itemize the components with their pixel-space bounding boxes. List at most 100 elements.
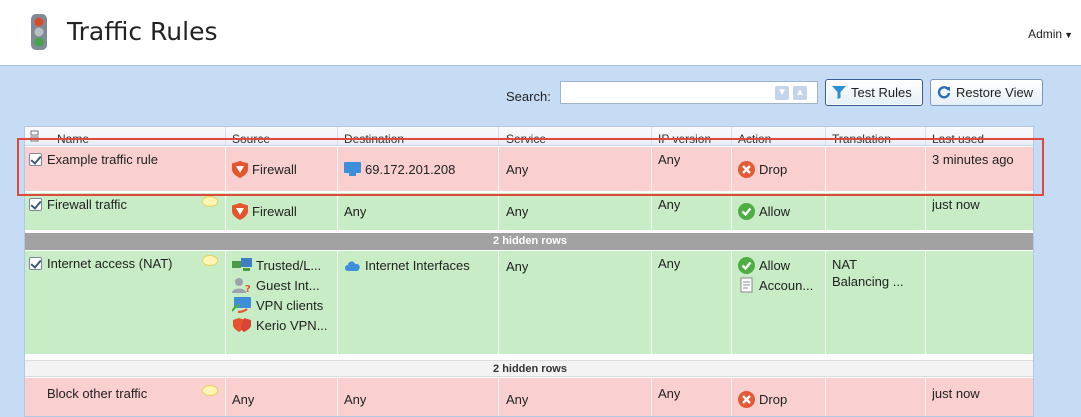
check-circle-icon [738,202,755,220]
rule-last-used: 3 minutes ago [932,152,1014,167]
rule-destination: 69.172.201.208 [344,159,455,179]
column-header-translation[interactable]: Translation [832,132,891,146]
shield-icon [232,160,248,178]
action-label: Drop [759,391,788,407]
user-menu-label: Admin [1028,27,1063,41]
rule-service: Any [506,392,529,407]
network-icon [232,258,252,271]
rule-translation: NAT Balancing ... [832,256,904,290]
column-header-service[interactable]: Service [506,132,546,146]
shield-icon [232,202,248,220]
rule-actions: Allow Accoun... [738,255,813,295]
test-rules-button[interactable]: Test Rules [825,79,923,106]
source-item: Kerio VPN... [232,315,336,335]
column-header-source[interactable]: Source [232,132,270,146]
rule-last-used: just now [932,386,980,401]
traffic-light-icon [31,14,47,50]
guest-user-icon: ? [232,278,251,293]
restore-view-button[interactable]: Restore View [930,79,1043,106]
restore-view-label: Restore View [956,85,1034,100]
rule-sources: Trusted/L... ? Guest Int... VPN clients … [232,255,336,335]
rule-action: Drop [738,389,787,409]
source-item: ? Guest Int... [232,275,336,295]
column-header-ip-version[interactable]: IP version [658,132,711,146]
column-header-name[interactable]: Name [57,132,89,146]
vpn-tunnel-icon [233,318,251,332]
rule-action: Allow [738,201,790,221]
document-icon [740,277,753,293]
app-header: Traffic Rules Admin ▼ [0,0,1081,66]
action-label: Drop [759,161,788,177]
svg-text:?: ? [245,284,251,293]
rule-destination: Any [344,204,367,219]
hidden-rows-indicator[interactable]: 2 hidden rows [25,360,1033,377]
source-item: Trusted/L... [232,255,336,275]
action-item: Accoun... [738,275,813,295]
hidden-rows-indicator[interactable]: 2 hidden rows [25,233,1033,250]
search-next-icon[interactable]: ▼ [775,86,789,100]
rule-ip-version: Any [658,152,681,167]
rule-service: Any [506,162,529,177]
refresh-icon [937,85,951,98]
search-input[interactable] [561,82,771,103]
user-menu[interactable]: Admin ▼ [1028,27,1073,41]
column-header-action[interactable]: Action [738,132,771,146]
monitor-icon [344,162,361,176]
source-label: VPN clients [256,297,324,313]
table-row[interactable]: Firewall traffic Firewall Any Any Any Al… [25,193,1033,231]
action-label: Accoun... [759,277,814,293]
table-row[interactable]: Block other traffic Any Any Any Any Drop… [25,378,1033,416]
rule-name: Firewall traffic [47,197,127,212]
rule-destination: Any [344,392,367,407]
source-label: Firewall [252,161,297,177]
x-circle-icon [738,390,755,408]
table-row[interactable]: Example traffic rule Firewall 69.172.201… [25,147,1033,192]
source-label: Firewall [252,203,297,219]
rules-table: Name Source Destination Service IP versi… [24,126,1034,417]
action-label: Allow [759,257,791,273]
comment-icon[interactable] [202,196,218,207]
rule-enabled-checkbox[interactable] [29,257,42,270]
rule-enabled-checkbox[interactable] [29,198,42,211]
table-header: Name Source Destination Service IP versi… [25,127,1033,146]
vpn-client-icon [232,297,251,313]
chevron-down-icon: ▼ [1064,30,1073,40]
translation-line: NAT [832,257,858,272]
comment-icon[interactable] [202,255,218,266]
destination-label: 69.172.201.208 [365,161,456,177]
page-title: Traffic Rules [67,17,218,46]
action-item: Allow [738,255,813,275]
source-label: Guest Int... [256,277,320,293]
column-header-last-used[interactable]: Last used [932,132,984,146]
comment-icon[interactable] [202,385,218,396]
destination-label: Internet Interfaces [365,257,470,273]
rule-name: Example traffic rule [47,152,159,167]
source-label: Trusted/L... [256,257,322,273]
toolbar: Search: ▼ ▲ Test Rules Restore View [8,66,1043,126]
rule-source: Firewall [232,159,297,179]
rule-source: Firewall [232,201,297,221]
source-label: Kerio VPN... [256,317,328,333]
action-label: Allow [759,203,791,219]
rule-ip-version: Any [658,256,681,271]
rule-name: Block other traffic [47,386,148,401]
cloud-icon [345,260,360,271]
rule-action: Drop [738,159,787,179]
column-header-destination[interactable]: Destination [344,132,404,146]
column-chooser-icon[interactable] [30,130,40,143]
x-circle-icon [738,160,755,178]
search-prev-icon[interactable]: ▲ [793,86,807,100]
source-item: VPN clients [232,295,336,315]
rule-ip-version: Any [658,386,681,401]
funnel-icon [832,86,846,99]
rule-enabled-checkbox[interactable] [29,153,42,166]
rule-service: Any [506,204,529,219]
rule-service: Any [506,259,529,274]
rule-destination: Internet Interfaces [344,255,470,275]
rule-ip-version: Any [658,197,681,212]
rule-source: Any [232,392,255,407]
table-row[interactable]: Internet access (NAT) Trusted/L... ? Gue… [25,251,1033,355]
rule-name: Internet access (NAT) [47,256,173,271]
search-box: ▼ ▲ [560,81,818,104]
search-label: Search: [506,89,551,104]
